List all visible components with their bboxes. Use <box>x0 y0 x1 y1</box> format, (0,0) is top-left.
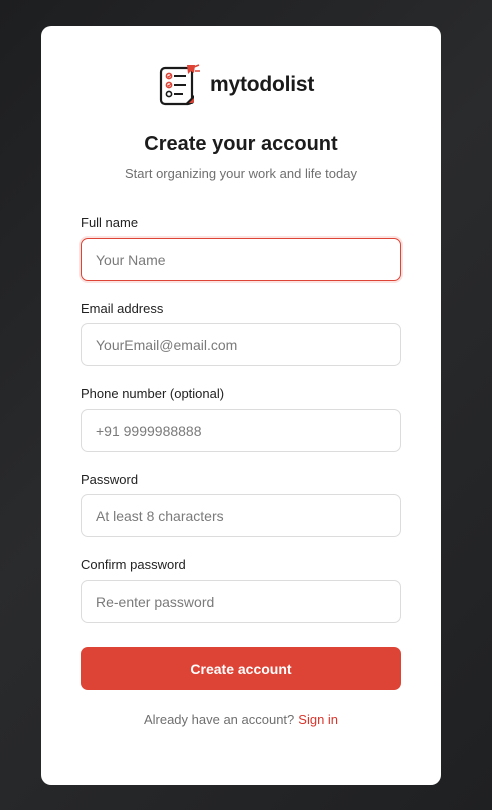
phone-input[interactable] <box>81 409 401 452</box>
signin-row: Already have an account? Sign in <box>41 712 441 727</box>
brand: mytodolist <box>159 63 314 107</box>
brand-name: mytodolist <box>210 73 315 96</box>
phone-label: Phone number (optional) <box>81 386 225 401</box>
password-label: Password <box>81 472 139 487</box>
page-subtitle: Start organizing your work and life toda… <box>125 166 357 181</box>
confirm-password-label: Confirm password <box>81 557 186 572</box>
email-label: Email address <box>81 301 164 316</box>
signin-prompt: Already have an account? <box>143 712 295 727</box>
full-name-label: Full name <box>81 215 139 230</box>
full-name-input[interactable] <box>81 238 401 281</box>
confirm-password-input[interactable] <box>81 580 401 623</box>
email-input[interactable] <box>81 323 401 366</box>
signup-card: mytodolist Create your account Start org… <box>41 26 441 785</box>
password-input[interactable] <box>81 494 401 537</box>
page-title: Create your account <box>144 133 338 155</box>
todo-list-icon <box>159 63 203 107</box>
create-account-button[interactable]: Create account <box>81 647 401 690</box>
signin-link[interactable]: Sign in <box>298 712 338 727</box>
